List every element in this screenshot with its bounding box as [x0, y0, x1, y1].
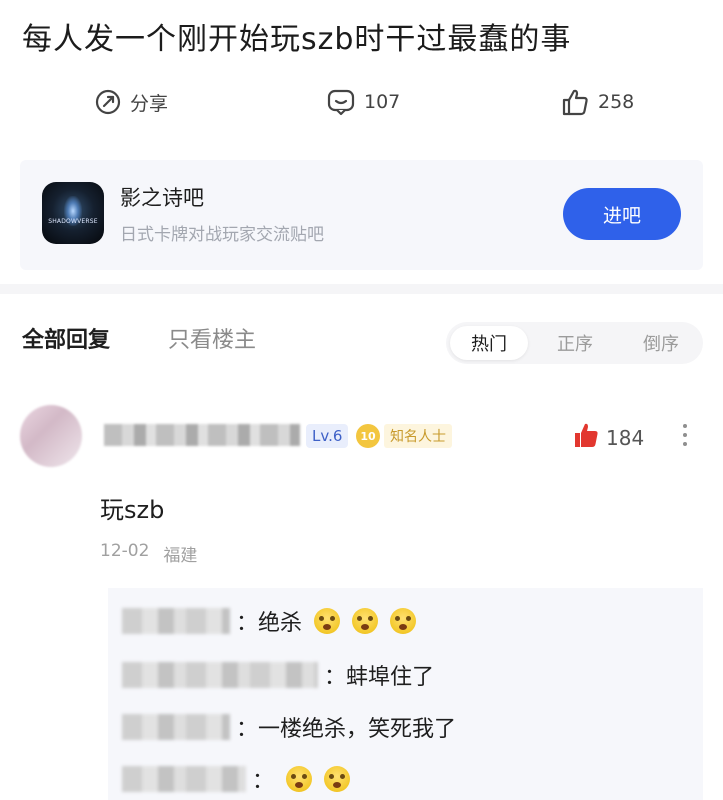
comment-location: 福建 [163, 546, 198, 566]
like-button[interactable]: 258 [560, 82, 634, 122]
sub-reply-separator: ： [236, 611, 259, 636]
sub-reply-separator: ： [252, 769, 275, 794]
like-count: 258 [598, 91, 635, 113]
medal-icon: 10 [356, 424, 380, 448]
forum-description: 日式卡牌对战玩家交流贴吧 [120, 225, 324, 245]
sort-ascending-option[interactable]: 正序 [536, 326, 614, 360]
enter-forum-button[interactable]: 进吧 [563, 188, 681, 240]
comment-like-count: 184 [606, 425, 645, 450]
famous-badge-label: 知名人士 [384, 424, 452, 448]
sort-descending-option[interactable]: 倒序 [622, 326, 700, 360]
tab-op-only[interactable]: 只看楼主 [168, 322, 256, 354]
famous-badge: 10 知名人士 [356, 423, 452, 449]
comment-count: 107 [364, 91, 401, 113]
face-emoji-icon [286, 766, 313, 792]
comment-content: 玩szb [100, 496, 165, 524]
more-vertical-icon[interactable] [682, 424, 688, 450]
username-blurred[interactable] [104, 424, 300, 446]
tab-all-replies[interactable]: 全部回复 [22, 322, 110, 354]
share-icon [94, 88, 122, 116]
comment-icon [326, 88, 356, 116]
thumbs-up-filled-icon [572, 421, 600, 454]
level-badge: Lv.6 [306, 424, 349, 448]
avatar[interactable] [20, 405, 82, 467]
forum-logo: SHADOWVERSE [42, 182, 104, 244]
comment-like-button[interactable]: 184 [572, 421, 644, 454]
share-label: 分享 [130, 92, 169, 115]
share-button[interactable]: 分享 [94, 82, 168, 122]
comment-date: 12-02 [100, 541, 150, 561]
sub-reply-text: 蚌埠住了 [346, 665, 435, 690]
section-divider [0, 284, 723, 294]
face-emoji-icon [390, 608, 417, 634]
comment-meta: 12-02 福建 [100, 541, 197, 566]
forum-card[interactable]: SHADOWVERSE 影之诗吧 日式卡牌对战玩家交流贴吧 进吧 [20, 160, 703, 270]
sub-reply-username-blurred[interactable] [122, 766, 246, 792]
sub-replies-box[interactable]: ： 绝杀 ： 蚌埠住了 ： 一楼绝杀，笑死我了 ： [108, 588, 703, 800]
forum-logo-text: SHADOWVERSE [48, 218, 98, 225]
thumbs-up-icon [560, 87, 590, 117]
sub-reply-text: 绝杀 [258, 611, 303, 636]
sub-reply-separator: ： [324, 665, 347, 690]
sub-reply-username-blurred[interactable] [122, 714, 230, 740]
sub-reply[interactable]: ： 一楼绝杀，笑死我了 [122, 710, 456, 744]
post-title: 每人发一个刚开始玩szb时干过最蠢的事 [22, 22, 572, 57]
sub-reply-text: 一楼绝杀，笑死我了 [258, 717, 457, 742]
face-emoji-icon [324, 766, 351, 792]
post-actions: 分享 107 258 [0, 82, 723, 122]
sub-reply[interactable]: ： 绝杀 [122, 604, 417, 638]
sort-toggle: 热门 正序 倒序 [446, 322, 703, 364]
forum-name: 影之诗吧 [120, 186, 204, 210]
sub-reply-username-blurred[interactable] [122, 662, 318, 688]
comment-button[interactable]: 107 [326, 82, 400, 122]
sub-reply-separator: ： [236, 717, 259, 742]
face-emoji-icon [314, 608, 341, 634]
face-emoji-icon [352, 608, 379, 634]
sub-reply[interactable]: ： 蚌埠住了 [122, 658, 434, 692]
sub-reply-username-blurred[interactable] [122, 608, 230, 634]
sort-hot-option[interactable]: 热门 [450, 326, 528, 360]
sub-reply[interactable]: ： [122, 762, 351, 796]
